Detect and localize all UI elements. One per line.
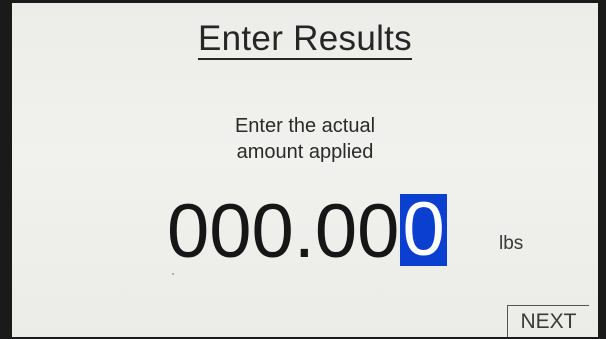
lcd-screen: Enter Results Enter the actual amount ap… <box>12 3 598 337</box>
unit-label: lbs <box>499 233 524 254</box>
screen-speck <box>172 273 174 275</box>
active-digit-cursor[interactable]: 0 <box>400 192 447 268</box>
amount-digits: 000.00 <box>167 189 400 274</box>
next-button[interactable]: NEXT <box>507 305 589 337</box>
instruction-line-2: amount applied <box>236 141 374 163</box>
page-title: Enter Results <box>12 19 598 60</box>
instruction-text: Enter the actual amount applied <box>12 113 598 165</box>
page-title-text: Enter Results <box>198 19 412 60</box>
amount-entry-field[interactable]: 000.00 0 <box>167 189 447 275</box>
instruction-line-1: Enter the actual <box>234 115 376 137</box>
